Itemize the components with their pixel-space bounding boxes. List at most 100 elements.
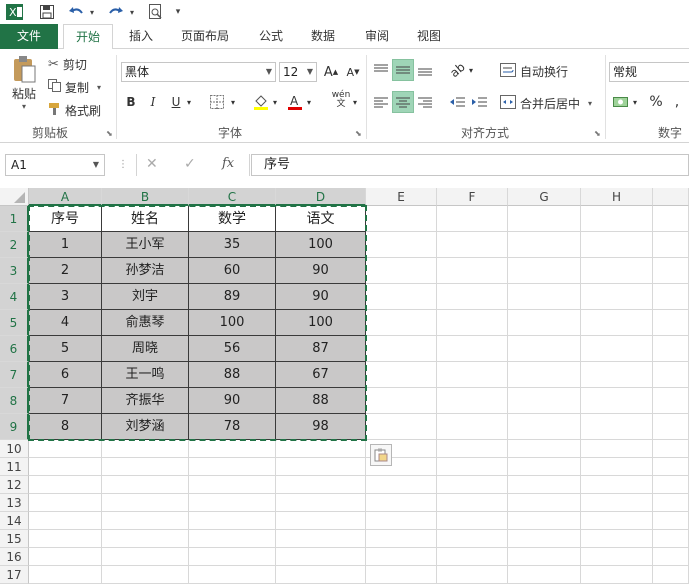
empty-cell[interactable] [276, 566, 366, 584]
empty-cell[interactable] [29, 566, 102, 584]
empty-cell[interactable] [581, 336, 653, 362]
font-size-select[interactable]: 12 ▼ [279, 62, 317, 82]
row-header-12[interactable]: 12 [0, 476, 29, 494]
font-name-select[interactable]: 黑体 ▼ [121, 62, 276, 82]
empty-cell[interactable] [437, 458, 508, 476]
empty-cell[interactable] [508, 476, 581, 494]
grow-font-button[interactable]: A ▲ [320, 61, 342, 83]
empty-cell[interactable] [189, 512, 276, 530]
empty-cell[interactable] [653, 310, 689, 336]
row-header-17[interactable]: 17 [0, 566, 29, 584]
empty-cell[interactable] [276, 458, 366, 476]
empty-cell[interactable] [437, 566, 508, 584]
worksheet-grid[interactable]: ABCDEFGH 1 2 3 4 5 6 7 8 9 10 11 12 13 14 15 16 17 序号 姓名数… [0, 188, 689, 584]
row-header-10[interactable]: 10 [0, 440, 29, 458]
empty-cell[interactable] [508, 440, 581, 458]
increase-indent-button[interactable] [468, 91, 490, 113]
empty-cell[interactable] [366, 232, 437, 258]
empty-cell[interactable] [581, 258, 653, 284]
row-header-16[interactable]: 16 [0, 548, 29, 566]
accounting-dropdown-icon[interactable]: ▾ [630, 91, 640, 113]
empty-cell[interactable] [581, 414, 653, 440]
orientation-dropdown-icon[interactable]: ▾ [466, 59, 476, 81]
tab-file[interactable]: 文件 [0, 24, 58, 49]
empty-cell[interactable] [102, 458, 189, 476]
formula-input[interactable]: 序号 [251, 154, 689, 176]
tab-home[interactable]: 开始 [63, 24, 113, 50]
empty-cell[interactable] [102, 476, 189, 494]
empty-cell[interactable] [508, 494, 581, 512]
number-format-select[interactable]: 常规 [609, 62, 689, 82]
empty-cell[interactable] [366, 206, 437, 232]
paste-options-button[interactable] [370, 444, 392, 466]
empty-cell[interactable] [581, 476, 653, 494]
empty-cell[interactable] [508, 310, 581, 336]
empty-cell[interactable] [366, 336, 437, 362]
column-header-d[interactable]: D [276, 188, 366, 206]
empty-cell[interactable] [29, 494, 102, 512]
empty-cell[interactable] [102, 512, 189, 530]
empty-cell[interactable] [437, 530, 508, 548]
empty-cell[interactable] [276, 440, 366, 458]
tab-insert[interactable]: 插入 [120, 24, 162, 49]
empty-cell[interactable] [508, 362, 581, 388]
empty-cell[interactable] [29, 548, 102, 566]
orientation-button[interactable]: ab [446, 59, 468, 81]
format-painter-button[interactable]: 格式刷 [48, 101, 101, 119]
empty-cell[interactable] [366, 414, 437, 440]
row-header-1[interactable]: 1 [0, 206, 29, 232]
phonetic-dropdown-icon[interactable]: ▾ [350, 91, 360, 113]
redo-icon[interactable] [106, 3, 126, 21]
borders-button[interactable] [206, 91, 228, 113]
phonetic-button[interactable]: wén 文 [330, 89, 352, 111]
align-top-button[interactable] [370, 59, 392, 81]
empty-cell[interactable] [366, 476, 437, 494]
empty-cell[interactable] [189, 530, 276, 548]
percent-button[interactable]: % [645, 91, 667, 113]
empty-cell[interactable] [189, 476, 276, 494]
font-launcher-icon[interactable]: ⬊ [355, 129, 362, 138]
row-header-13[interactable]: 13 [0, 494, 29, 512]
empty-cell[interactable] [366, 388, 437, 414]
empty-cell[interactable] [581, 494, 653, 512]
empty-cell[interactable] [581, 512, 653, 530]
empty-cell[interactable] [366, 530, 437, 548]
empty-cell[interactable] [653, 440, 689, 458]
font-color-button[interactable]: A [284, 91, 306, 113]
underline-dropdown-icon[interactable]: ▾ [184, 91, 194, 113]
row-header-14[interactable]: 14 [0, 512, 29, 530]
empty-cell[interactable] [189, 566, 276, 584]
empty-cell[interactable] [653, 206, 689, 232]
empty-cell[interactable] [437, 476, 508, 494]
empty-cell[interactable] [437, 310, 508, 336]
fill-color-button[interactable] [250, 91, 272, 113]
empty-cell[interactable] [437, 232, 508, 258]
comma-style-button[interactable]: , [666, 91, 688, 113]
empty-cell[interactable] [437, 284, 508, 310]
empty-cell[interactable] [508, 530, 581, 548]
empty-cell[interactable] [653, 362, 689, 388]
empty-cell[interactable] [437, 494, 508, 512]
row-header-7[interactable]: 7 [0, 362, 29, 388]
empty-cell[interactable] [437, 206, 508, 232]
redo-dropdown-icon[interactable]: ▾ [127, 3, 137, 21]
empty-cell[interactable] [508, 548, 581, 566]
empty-cell[interactable] [508, 458, 581, 476]
cancel-icon[interactable]: ✕ [146, 156, 158, 172]
row-header-15[interactable]: 15 [0, 530, 29, 548]
empty-cell[interactable] [581, 284, 653, 310]
empty-cell[interactable] [508, 284, 581, 310]
empty-cell[interactable] [366, 362, 437, 388]
empty-cell[interactable] [653, 566, 689, 584]
empty-cell[interactable] [29, 530, 102, 548]
row-header-8[interactable]: 8 [0, 388, 29, 414]
alignment-launcher-icon[interactable]: ⬊ [594, 129, 601, 138]
empty-cell[interactable] [366, 284, 437, 310]
empty-cell[interactable] [366, 258, 437, 284]
align-bottom-button[interactable] [414, 59, 436, 81]
empty-cell[interactable] [29, 512, 102, 530]
undo-icon[interactable] [66, 3, 86, 21]
empty-cell[interactable] [102, 566, 189, 584]
insert-function-icon[interactable]: fx [222, 156, 234, 171]
fill-color-dropdown-icon[interactable]: ▾ [270, 91, 280, 113]
